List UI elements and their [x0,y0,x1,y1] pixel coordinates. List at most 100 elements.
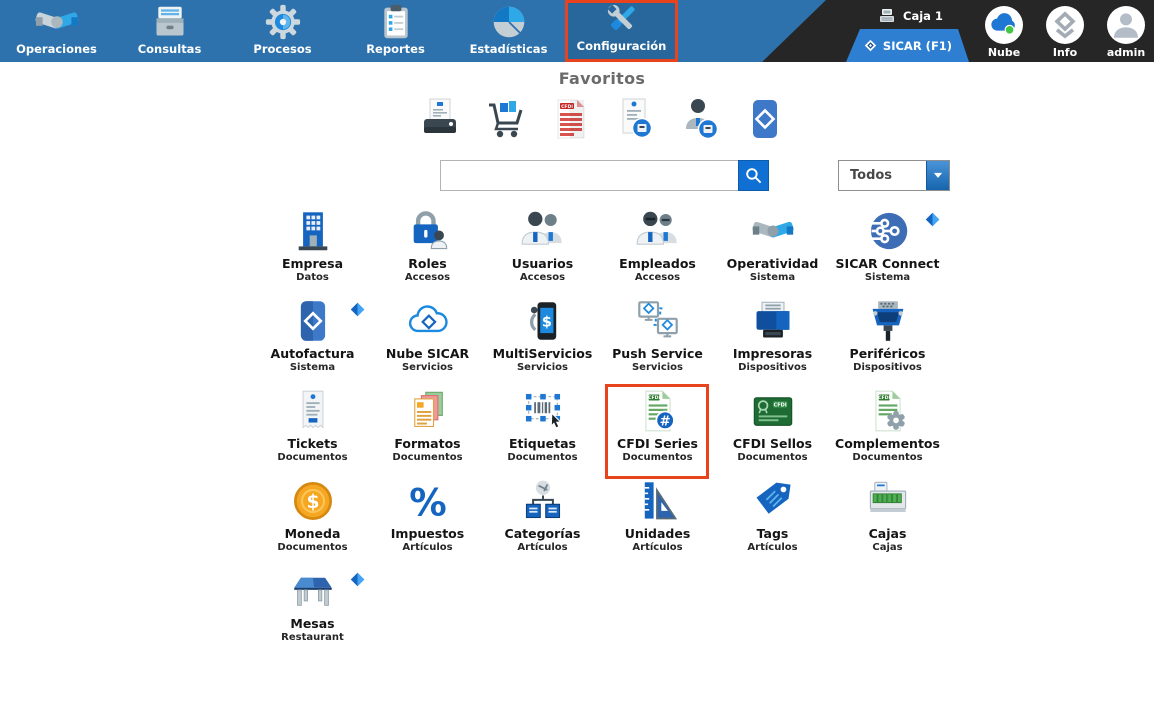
grid-item-label: Usuarios [511,256,574,271]
grid-item-label: Impuestos [390,526,465,541]
favorite-sicar-card-icon[interactable] [743,97,787,141]
svg-text:%: % [409,480,446,523]
grid-item-impresoras[interactable]: Impresoras Dispositivos [715,297,830,387]
user-badge-icon [678,97,722,141]
grid-item-sublabel: Documentos [277,452,348,463]
cloud-diamond-icon [406,299,450,343]
grid-item-sublabel: Accesos [634,272,681,283]
tools-icon [599,1,645,37]
grid-item-sublabel: Sistema [289,362,336,373]
diamond-badge-icon [350,572,365,587]
favorite-ticket-printer-icon[interactable] [418,97,462,141]
grid-item-tags[interactable]: Tags Artículos [715,477,830,567]
search-input[interactable] [440,160,738,191]
grid-item-sublabel: Artículos [632,542,683,553]
grid-item-tickets[interactable]: Tickets Documentos [255,387,370,477]
grid-item-sicar-connect[interactable]: SICAR Connect Sistema [830,207,945,297]
svg-text:#: # [659,414,670,429]
status-label: admin [1106,46,1146,59]
grid-item-sublabel: Dispositivos [738,362,807,373]
grid-item-label: SICAR Connect [835,256,940,271]
caret-down-icon [933,172,943,179]
svg-text:$: $ [306,492,319,513]
building-icon [291,209,335,253]
grid-item-sublabel: Cajas [872,542,903,553]
grid-item-cfdi-series[interactable]: CFDI # CFDI Series Documentos [600,384,715,479]
favorite-receipt-badge-icon[interactable] [613,97,657,141]
grid-item-label: CFDI Series [617,436,698,451]
grid-item-label: Complementos [835,436,940,451]
grid-item-sublabel: Documentos [622,452,693,463]
grid-item-empleados[interactable]: Empleados Accesos [600,207,715,297]
status-info[interactable]: Info [1045,6,1085,59]
diamond-badge-icon [925,212,940,227]
coin-icon: $ [291,479,335,523]
grid-item-cfdi-sellos[interactable]: CFDI CFDI Sellos Documentos [715,387,830,477]
archive-drawer-icon [147,4,193,40]
grid-item-label: Empleados [619,256,696,271]
grid-item-label: Tickets [287,436,338,451]
search-button[interactable] [738,160,769,191]
menu-item-estadisticas[interactable]: Estadísticas [452,0,565,62]
menu-item-label: Reportes [366,42,425,56]
grid-item-autofactura[interactable]: Autofactura Sistema [255,297,370,387]
grid-item-empresa[interactable]: Empresa Datos [255,207,370,297]
grid-item-usuarios[interactable]: Usuarios Accesos [485,207,600,297]
menu-item-reportes[interactable]: Reportes [339,0,452,62]
monitors-sync-icon [636,299,680,343]
grid-item-operatividad[interactable]: Operatividad Sistema [715,207,830,297]
grid-item-push-service[interactable]: Push Service Servicios [600,297,715,387]
grid-item-sublabel: Accesos [519,272,566,283]
table-icon [291,569,335,613]
grid-item-categorias[interactable]: Categorías Artículos [485,477,600,567]
vga-connector-icon [866,299,910,343]
grid-item-complementos[interactable]: CFDI Complementos Documentos [830,387,945,477]
grid-item-unidades[interactable]: Unidades Artículos [600,477,715,567]
sicar-module-ribbon[interactable]: SICAR (F1) [846,29,969,62]
status-label: Nube [987,46,1021,59]
grid-item-nube-sicar[interactable]: Nube SICAR Servicios [370,297,485,387]
grid-item-label: Empresa [281,256,344,271]
svg-text:$: $ [541,315,551,331]
favorite-user-badge-icon[interactable] [678,97,722,141]
grid-item-moneda[interactable]: $ Moneda Documentos [255,477,370,567]
grid-item-roles[interactable]: Roles Accesos [370,207,485,297]
grid-item-label: Autofactura [270,346,355,361]
menu-item-consultas[interactable]: Consultas [113,0,226,62]
filter-selected-value: Todos [850,168,893,183]
search-row: Todos [0,160,1154,191]
grid-item-formatos[interactable]: Formatos Documentos [370,387,485,477]
grid-item-label: Mesas [290,616,335,631]
grid-item-impuestos[interactable]: % Impuestos Artículos [370,477,485,567]
pie-chart-icon [486,4,532,40]
grid-item-multiservicios[interactable]: $ MultiServicios Servicios [485,297,600,387]
module-label: SICAR (F1) [882,38,953,53]
filter-caret-button[interactable] [926,161,949,190]
receipt-icon [291,389,335,433]
cash-drawer-icon [866,479,910,523]
grid-item-sublabel: Servicios [401,362,454,373]
grid-item-label: CFDI Sellos [732,436,813,451]
users-icon [521,209,565,253]
grid-item-cajas[interactable]: Cajas Cajas [830,477,945,567]
grid-item-etiquetas[interactable]: Etiquetas Documentos [485,387,600,477]
favorite-cfdi-document-icon[interactable]: CFDI [548,97,592,141]
favorite-shopping-cart-icon[interactable] [483,97,527,141]
status-admin[interactable]: admin [1106,6,1146,59]
grid-item-label: Push Service [612,346,703,361]
grid-item-perifericos[interactable]: Periféricos Dispositivos [830,297,945,387]
grid-item-label: MultiServicios [492,346,593,361]
menu-item-procesos[interactable]: Procesos [226,0,339,62]
grid-item-sublabel: Servicios [516,362,569,373]
menu-item-configuracion[interactable]: Configuración [565,0,678,62]
lock-user-icon [406,209,450,253]
grid-item-label: Etiquetas [509,436,576,451]
grid-item-label: Moneda [284,526,341,541]
filter-dropdown[interactable]: Todos [838,160,950,191]
printer-icon [751,299,795,343]
grid-item-mesas[interactable]: Mesas Restaurant [255,567,370,657]
status-nube[interactable]: Nube [984,6,1024,59]
grid-item-label: Operatividad [726,256,819,271]
svg-text:CFDI: CFDI [648,395,660,401]
menu-item-operaciones[interactable]: Operaciones [0,0,113,62]
